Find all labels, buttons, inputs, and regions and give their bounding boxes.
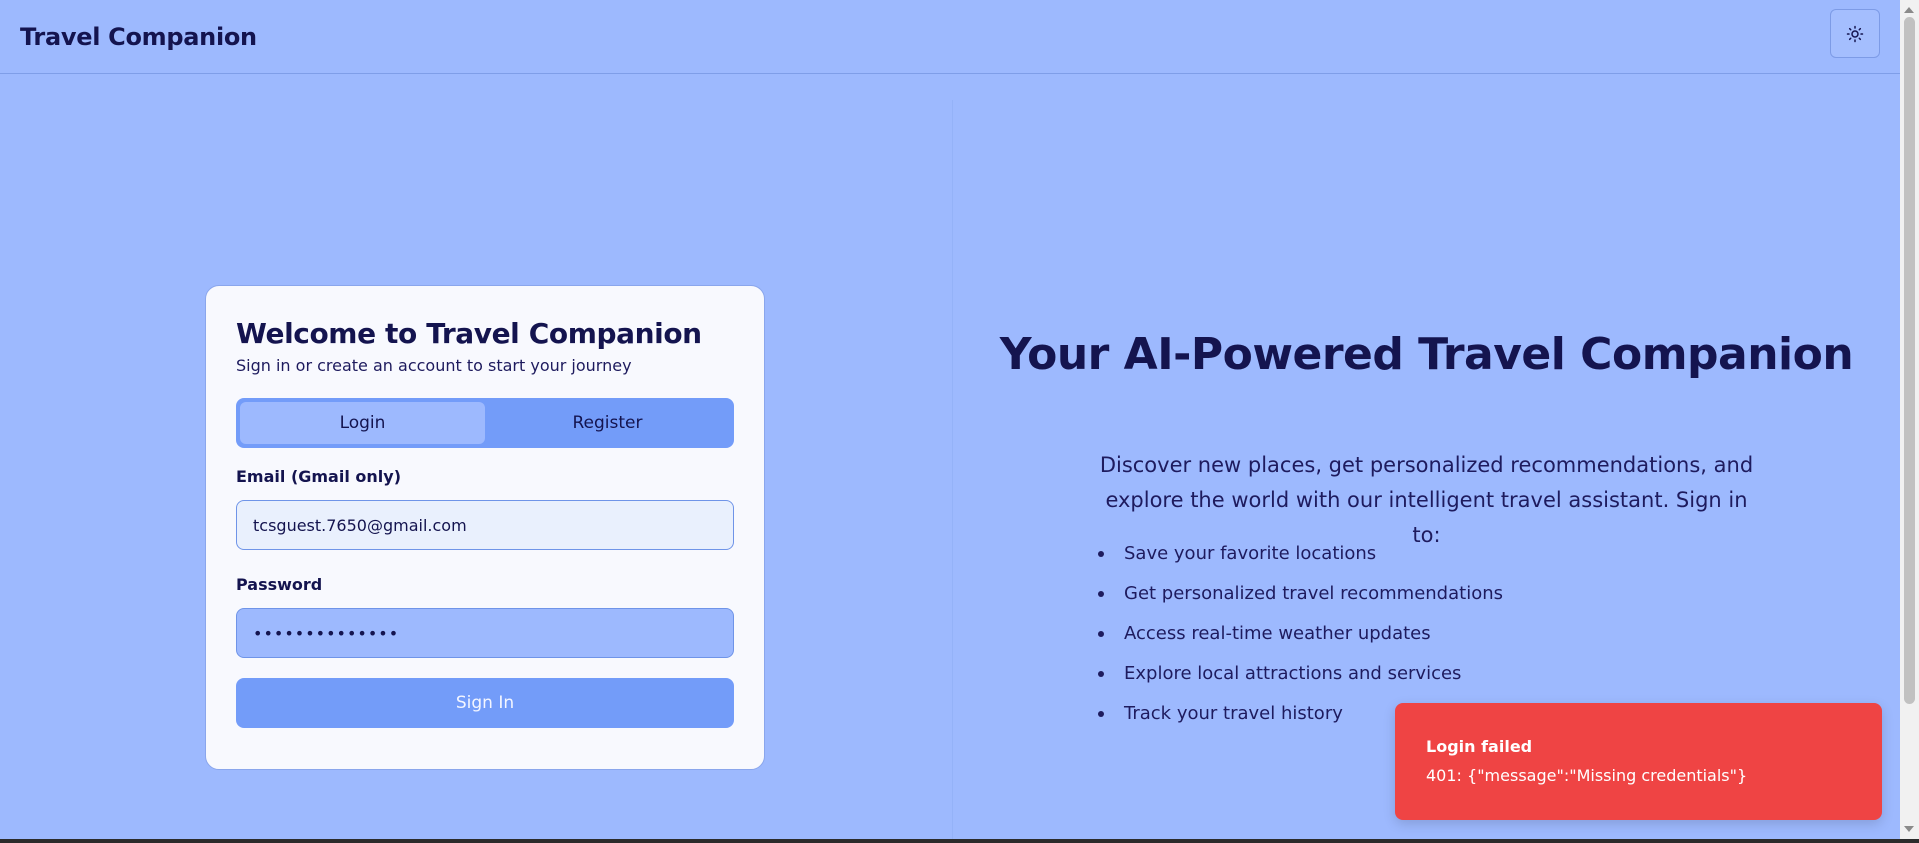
tab-login[interactable]: Login xyxy=(240,402,485,444)
sun-icon xyxy=(1846,25,1864,42)
scroll-down-icon[interactable] xyxy=(1904,826,1914,832)
scrollbar-thumb[interactable] xyxy=(1904,17,1915,704)
email-label: Email (Gmail only) xyxy=(236,467,401,486)
error-toast[interactable]: Login failed 401: {"message":"Missing cr… xyxy=(1395,703,1882,820)
page: Travel Companion Welcome to Travel Compa… xyxy=(0,0,1900,839)
auth-card: Welcome to Travel Companion Sign in or c… xyxy=(205,285,765,770)
scroll-up-icon[interactable] xyxy=(1904,7,1914,13)
sign-in-button[interactable]: Sign In xyxy=(236,678,734,728)
toast-title: Login failed xyxy=(1426,737,1533,756)
list-item: Access real-time weather updates xyxy=(1096,614,1503,654)
window-bottom-edge xyxy=(0,839,1919,843)
app-header: Travel Companion xyxy=(0,0,1900,74)
email-field[interactable] xyxy=(236,500,734,550)
brand-title: Travel Companion xyxy=(20,22,257,51)
auth-pane: Welcome to Travel Companion Sign in or c… xyxy=(0,74,952,839)
toast-message: 401: {"message":"Missing credentials"} xyxy=(1426,766,1748,785)
password-field[interactable] xyxy=(236,608,734,658)
theme-toggle-button[interactable] xyxy=(1830,9,1880,58)
list-item: Save your favorite locations xyxy=(1096,534,1503,574)
card-subtitle: Sign in or create an account to start yo… xyxy=(236,356,632,375)
card-title: Welcome to Travel Companion xyxy=(236,317,702,350)
auth-tabs: Login Register xyxy=(236,398,734,448)
vertical-scrollbar[interactable] xyxy=(1900,0,1919,839)
list-item: Get personalized travel recommendations xyxy=(1096,574,1503,614)
tab-register[interactable]: Register xyxy=(485,402,730,444)
hero-title-text: Your AI-Powered Travel Companion xyxy=(999,329,1854,380)
hero-title: Your AI-Powered Travel Companion xyxy=(953,330,1900,380)
password-label: Password xyxy=(236,575,323,594)
list-item: Explore local attractions and services xyxy=(1096,654,1503,694)
